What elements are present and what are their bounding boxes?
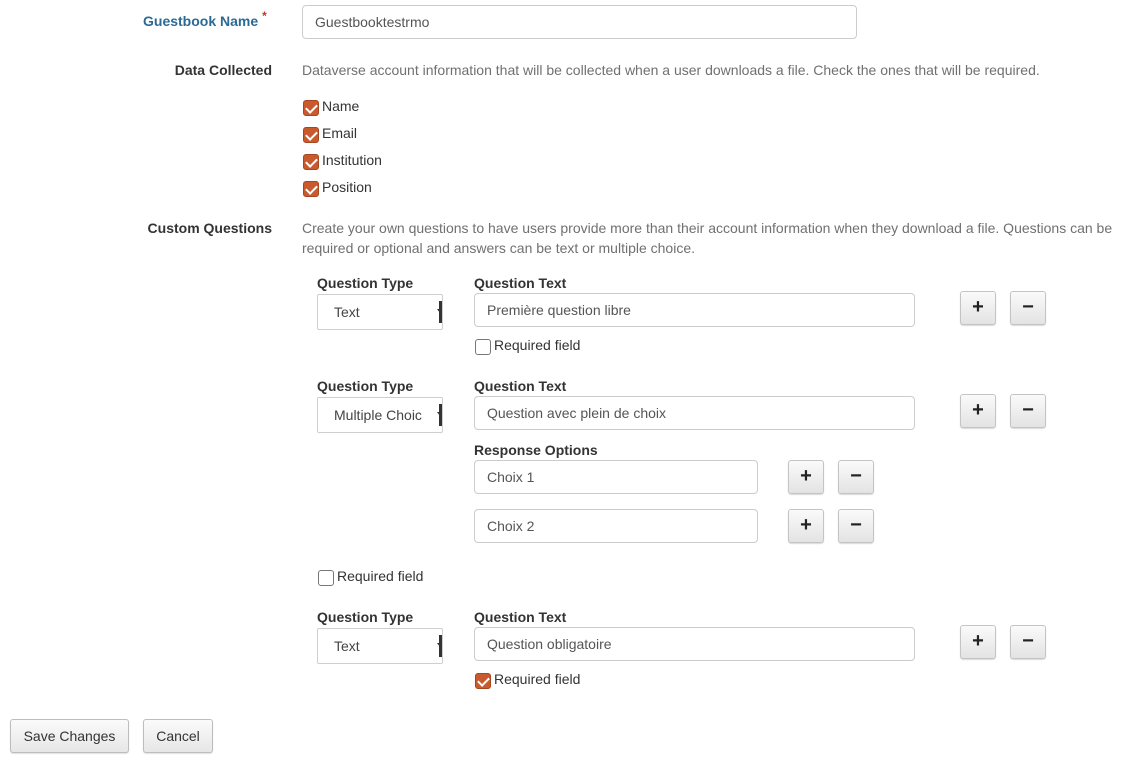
response-option-input[interactable]: Choix 1 (474, 460, 758, 494)
data-collected-help: Dataverse account information that will … (302, 62, 1040, 78)
save-changes-button[interactable]: Save Changes (10, 719, 129, 753)
guestbook-name-text: Guestbook Name (143, 13, 259, 29)
custom-questions-label: Custom Questions (147, 220, 272, 236)
add-question-button[interactable]: + (960, 394, 996, 428)
question-type-value: Text (334, 304, 360, 320)
question-type-label: Question Type (317, 275, 414, 291)
question-text-input[interactable]: Question obligatoire (474, 627, 915, 661)
required-field-label: Required field (494, 337, 581, 353)
position-checkbox[interactable] (303, 181, 319, 197)
required-field-label: Required field (337, 568, 424, 584)
name-checkbox-label: Name (322, 98, 360, 114)
question-type-label: Question Type (317, 378, 414, 394)
question-type-select[interactable]: Text (317, 628, 443, 664)
cancel-button[interactable]: Cancel (143, 719, 213, 753)
remove-question-button[interactable]: − (1010, 291, 1046, 325)
add-question-button[interactable]: + (960, 291, 996, 325)
position-checkbox-label: Position (322, 179, 372, 195)
required-field-checkbox[interactable] (318, 570, 334, 586)
chevron-down-icon (437, 404, 442, 426)
response-option-input[interactable]: Choix 2 (474, 509, 758, 543)
add-question-button[interactable]: + (960, 625, 996, 659)
required-field-checkbox[interactable] (475, 673, 491, 689)
question-text-input[interactable]: Question avec plein de choix (474, 396, 915, 430)
remove-question-button[interactable]: − (1010, 394, 1046, 428)
question-type-select[interactable]: Text (317, 294, 443, 330)
required-field-checkbox[interactable] (475, 339, 491, 355)
question-text-label: Question Text (474, 275, 567, 291)
question-type-select[interactable]: Multiple Choic (317, 397, 443, 433)
name-checkbox[interactable] (303, 100, 319, 116)
guestbook-name-label: Guestbook Name * (143, 9, 267, 29)
institution-checkbox-label: Institution (322, 152, 382, 168)
question-type-value: Multiple Choic (334, 407, 422, 423)
chevron-down-icon (437, 301, 442, 323)
email-checkbox-label: Email (322, 125, 358, 141)
add-option-button[interactable]: + (788, 460, 824, 494)
custom-questions-help-line2: required or optional and answers can be … (302, 240, 695, 256)
add-option-button[interactable]: + (788, 509, 824, 543)
custom-questions-help-line1: Create your own questions to have users … (302, 220, 1113, 236)
question-text-label: Question Text (474, 609, 567, 625)
question-type-value: Text (334, 638, 360, 654)
chevron-down-icon (437, 635, 442, 657)
data-collected-label: Data Collected (174, 62, 272, 78)
institution-checkbox[interactable] (303, 154, 319, 170)
response-options-label: Response Options (474, 442, 598, 458)
question-text-input[interactable]: Première question libre (474, 293, 915, 327)
email-checkbox[interactable] (303, 127, 319, 143)
question-text-label: Question Text (474, 378, 567, 394)
question-type-label: Question Type (317, 609, 414, 625)
required-star: * (262, 9, 267, 23)
remove-question-button[interactable]: − (1010, 625, 1046, 659)
guestbook-name-input[interactable]: Guestbooktestrmo (302, 5, 857, 39)
required-field-label: Required field (494, 671, 581, 687)
remove-option-button[interactable]: − (838, 460, 874, 494)
remove-option-button[interactable]: − (838, 509, 874, 543)
